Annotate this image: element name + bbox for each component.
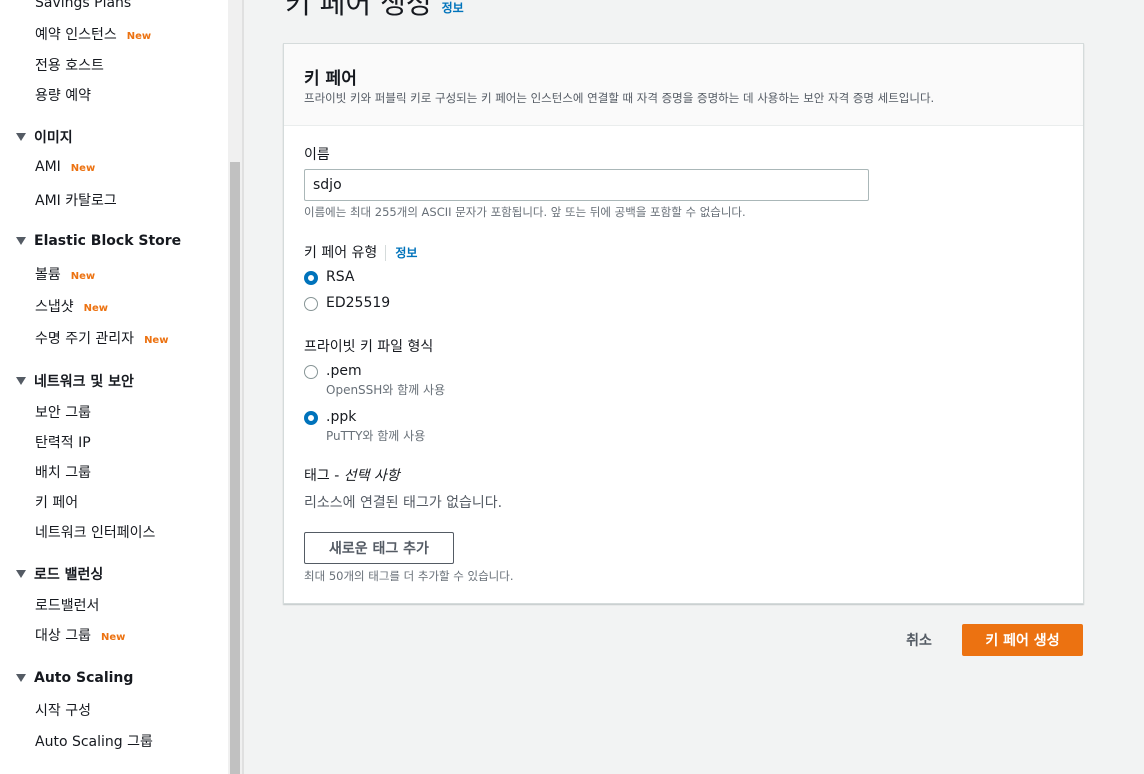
new-badge: New — [144, 335, 169, 346]
sidebar-item-ami[interactable]: AMI New — [35, 159, 95, 175]
radio-ppk[interactable]: .ppk PuTTY와 함께 사용 — [304, 409, 425, 444]
radio-checked-icon[interactable] — [304, 271, 318, 285]
caret-down-icon — [16, 674, 26, 682]
sidebar-item-security-groups[interactable]: 보안 그룹 — [35, 402, 91, 422]
tags-label: 태그 - 선택 사항 — [304, 468, 400, 484]
sidebar-item-lifecycle-manager[interactable]: 수명 주기 관리자 New — [35, 328, 168, 348]
key-pair-panel: 키 페어 프라이빗 키와 퍼블릭 키로 구성되는 키 페어는 인스턴스에 연결할… — [283, 43, 1084, 604]
sidebar-item-load-balancers[interactable]: 로드밸런서 — [35, 595, 99, 615]
sidebar-item-key-pairs[interactable]: 키 페어 — [35, 492, 78, 512]
sidebar-item-launch-configurations[interactable]: 시작 구성 — [35, 700, 91, 720]
new-badge: New — [83, 303, 109, 314]
sidebar-section-images[interactable]: 이미지 — [16, 127, 73, 147]
key-type-info-link[interactable]: 정보 — [395, 246, 417, 260]
panel-header: 키 페어 프라이빗 키와 퍼블릭 키로 구성되는 키 페어는 인스턴스에 연결할… — [284, 44, 1083, 126]
info-link[interactable]: 정보 — [442, 0, 464, 16]
new-badge: New — [70, 163, 96, 174]
tags-hint: 최대 50개의 태그를 더 추가할 수 있습니다. — [304, 569, 514, 583]
caret-down-icon — [16, 570, 26, 578]
new-badge: New — [70, 271, 96, 282]
sidebar-scrollbar[interactable] — [228, 0, 242, 774]
radio-description: OpenSSH와 함께 사용 — [326, 383, 446, 397]
sidebar: Savings Plans 예약 인스턴스 New 전용 호스트 용량 예약 이미… — [0, 0, 228, 774]
add-tag-button[interactable]: 새로운 태그 추가 — [304, 532, 454, 564]
caret-down-icon — [16, 377, 26, 385]
radio-label: .ppk — [326, 409, 357, 425]
sidebar-item-volumes[interactable]: 볼륨 New — [35, 264, 95, 284]
radio-label: .pem — [326, 363, 362, 379]
page-title: 키 페어 생성 — [285, 0, 432, 20]
panel-title: 키 페어 — [304, 69, 357, 89]
page-header: 키 페어 생성 정보 — [285, 0, 464, 22]
radio-description: PuTTY와 함께 사용 — [326, 429, 426, 443]
caret-down-icon — [16, 237, 26, 245]
radio-ed25519[interactable]: ED25519 — [304, 295, 390, 311]
panel-description: 프라이빗 키와 퍼블릭 키로 구성되는 키 페어는 인스턴스에 연결할 때 자격… — [304, 91, 935, 105]
sidebar-section-network-security[interactable]: 네트워크 및 보안 — [16, 371, 134, 391]
radio-label: ED25519 — [326, 295, 391, 311]
key-type-label: 키 페어 유형 정보 — [304, 245, 418, 261]
sidebar-item-savings-plans[interactable]: Savings Plans — [35, 0, 131, 11]
sidebar-item-elastic-ips[interactable]: 탄력적 IP — [35, 432, 91, 452]
name-input[interactable] — [304, 169, 869, 201]
caret-down-icon — [16, 133, 26, 141]
radio-unchecked-icon[interactable] — [304, 365, 318, 379]
new-badge: New — [126, 31, 152, 42]
cancel-button[interactable]: 취소 — [893, 625, 945, 655]
sidebar-item-capacity-reservations[interactable]: 용량 예약 — [35, 85, 91, 105]
radio-checked-icon[interactable] — [304, 411, 318, 425]
radio-rsa[interactable]: RSA — [304, 269, 354, 285]
sidebar-item-auto-scaling-groups[interactable]: Auto Scaling 그룹 — [35, 731, 153, 751]
sidebar-divider — [242, 0, 244, 774]
sidebar-item-ami-catalog[interactable]: AMI 카탈로그 — [35, 190, 117, 210]
radio-unchecked-icon[interactable] — [304, 297, 318, 311]
sidebar-item-dedicated-hosts[interactable]: 전용 호스트 — [35, 55, 104, 75]
sidebar-section-ebs[interactable]: Elastic Block Store — [16, 233, 181, 249]
sidebar-item-reserved-instances[interactable]: 예약 인스턴스 New — [35, 24, 151, 44]
sidebar-item-network-interfaces[interactable]: 네트워크 인터페이스 — [35, 522, 155, 542]
name-label: 이름 — [304, 147, 330, 163]
file-format-label: 프라이빗 키 파일 형식 — [304, 339, 434, 355]
sidebar-item-snapshots[interactable]: 스냅샷 New — [35, 296, 108, 316]
sidebar-item-placement-groups[interactable]: 배치 그룹 — [35, 462, 91, 482]
radio-pem[interactable]: .pem OpenSSH와 함께 사용 — [304, 363, 445, 398]
name-hint: 이름에는 최대 255개의 ASCII 문자가 포함됩니다. 앞 또는 뒤에 공… — [304, 205, 746, 219]
sidebar-section-auto-scaling[interactable]: Auto Scaling — [16, 670, 133, 686]
sidebar-item-target-groups[interactable]: 대상 그룹 New — [35, 625, 125, 645]
tags-empty-text: 리소스에 연결된 태그가 없습니다. — [304, 495, 503, 511]
scrollbar-thumb[interactable] — [230, 162, 240, 774]
sidebar-section-load-balancing[interactable]: 로드 밸런싱 — [16, 564, 103, 584]
create-key-pair-button[interactable]: 키 페어 생성 — [962, 624, 1083, 656]
new-badge: New — [100, 632, 126, 643]
radio-label: RSA — [326, 269, 355, 285]
